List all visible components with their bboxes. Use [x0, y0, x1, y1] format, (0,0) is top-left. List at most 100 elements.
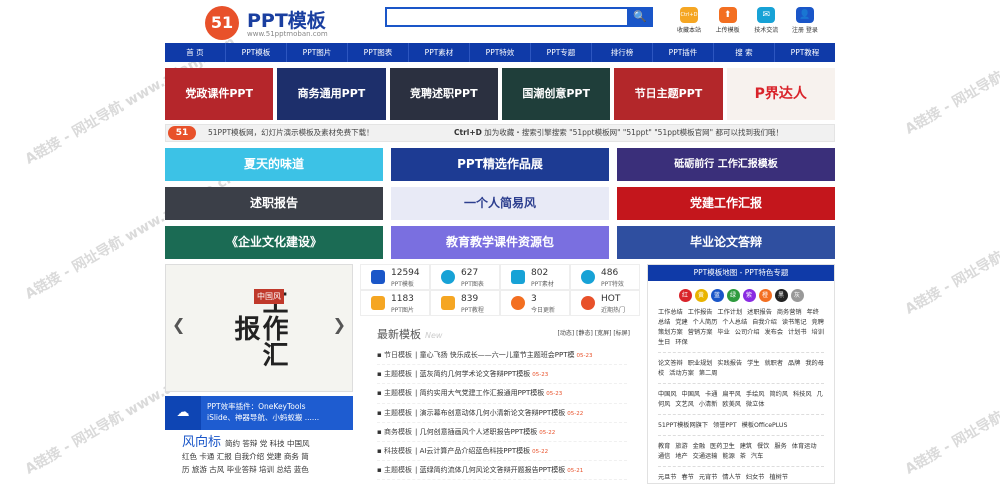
stat-hot[interactable]: HOT 近期热门	[570, 290, 640, 316]
stat-tutorials[interactable]: 839 PPT教程	[430, 290, 500, 316]
bullet-icon: ▪	[377, 351, 384, 359]
item-title[interactable]: 童心飞扬 快乐成长——六一儿童节主题班会PPT模	[420, 351, 575, 359]
upload-action[interactable]: ⬆ 上传模板	[711, 7, 745, 37]
notice-logo: 51	[168, 126, 196, 140]
festival-links[interactable]: 元旦节 春节 元宵节 情人节 妇女节 植树节	[658, 473, 824, 483]
image-icon	[371, 296, 385, 310]
item-category[interactable]: 商务模板	[384, 428, 412, 436]
item-title[interactable]: 演示幕布创意动体几何小清新论文答辩PPT模板	[420, 409, 566, 417]
stat-effects[interactable]: 486 PPT特效	[570, 264, 640, 290]
list-item[interactable]: ▪ 主题模板 | 蓝灰简约几何学术论文答辩PPT模板 05-23	[377, 365, 627, 385]
color-purple[interactable]: 紫	[742, 289, 756, 302]
chevron-right-icon[interactable]: ❯	[333, 315, 346, 334]
item-title[interactable]: 几何创意插画风个人述职报告PPT模板	[420, 428, 538, 436]
ad-debriefing[interactable]: 述职报告	[165, 187, 383, 220]
trend-line3[interactable]: 历 旅游 古风 毕业答辩 培训 总结 蓝色	[182, 463, 352, 476]
color-gray[interactable]: 灰	[790, 289, 804, 302]
nav-home[interactable]: 首 页	[165, 43, 226, 62]
plugin-promo[interactable]: ☁ PPT效率插件：OneKeyTools iSlide、神器导航、小蚂蚁搬 .…	[165, 396, 353, 430]
hot-banners: 党政课件PPT 商务通用PPT 竞聘述职PPT 国潮创意PPT 节日主题PPT …	[165, 68, 835, 120]
list-item[interactable]: ▪ 主题模板 | 蓝绿简约流体几何风论文答辩开题报告PPT模板 05-21	[377, 461, 627, 481]
item-category[interactable]: 节日模板	[384, 351, 412, 359]
nav-ranking[interactable]: 排行榜	[592, 43, 653, 62]
industry-links[interactable]: 教育 旅游 金融 医药卫生 建筑 餐饮 服务 体育运动 通信 地产 交通运输 能…	[658, 442, 824, 462]
plugin-line1: PPT效率插件：OneKeyTools	[207, 402, 306, 411]
stat-materials[interactable]: 802 PPT素材	[500, 264, 570, 290]
color-blue[interactable]: 蓝	[710, 289, 724, 302]
hot-banner-party[interactable]: 党政课件PPT	[165, 68, 274, 120]
puzzle-icon	[511, 270, 525, 284]
item-title[interactable]: 蓝灰简约几何学术论文答辩PPT模板	[420, 370, 531, 378]
item-date: 05-23	[576, 353, 593, 359]
nav-ppt-plugins[interactable]: PPT插件	[653, 43, 714, 62]
bookmark-action[interactable]: Ctrl+D 收藏本站	[672, 7, 706, 37]
ad-education[interactable]: 教育教学课件资源包	[391, 226, 609, 259]
nav-ppt-materials[interactable]: PPT素材	[409, 43, 470, 62]
color-red[interactable]: 红	[678, 289, 692, 302]
item-category[interactable]: 主题模板	[384, 389, 412, 397]
hot-banner-business[interactable]: 商务通用PPT	[277, 68, 386, 120]
color-orange[interactable]: 橙	[758, 289, 772, 302]
sidebar-title: PPT模板地图 - PPT特色专题	[648, 265, 834, 281]
template-map-sidebar: PPT模板地图 - PPT特色专题 红 黄 蓝 绿 紫 橙 黑 灰 工作总结 工…	[647, 264, 835, 484]
topic-links[interactable]: 论文答辩 职业规划 实践报告 学生 就职者 品牌 我的母校 活动方案 第二周	[658, 359, 824, 379]
nav-search[interactable]: 搜 索	[714, 43, 775, 62]
stat-charts[interactable]: 627 PPT图表	[430, 264, 500, 290]
item-title[interactable]: 蓝绿简约流体几何风论文答辩开题报告PPT模板	[420, 466, 566, 474]
item-category[interactable]: 科技模板	[384, 447, 412, 455]
style-links[interactable]: 中国风 中国风 卡通 扁平风 手绘风 简约风 科技风 几何风 文艺风 小清新 欧…	[658, 390, 824, 410]
ad-work-report[interactable]: 砥砺前行 工作汇报模板	[617, 148, 835, 181]
item-category[interactable]: 主题模板	[384, 370, 412, 378]
site-logo[interactable]: 51 PPT模板 www.51pptmoban.com	[205, 6, 375, 40]
ad-party-report[interactable]: 党建工作汇报	[617, 187, 835, 220]
nav-ppt-templates[interactable]: PPT模板	[226, 43, 287, 62]
search-button[interactable]: 🔍	[627, 7, 653, 27]
nav-ppt-charts[interactable]: PPT图表	[348, 43, 409, 62]
item-category[interactable]: 主题模板	[384, 409, 412, 417]
color-black[interactable]: 黑	[774, 289, 788, 302]
list-item[interactable]: ▪ 商务模板 | 几何创意插画风个人述职报告PPT模板 05-22	[377, 423, 627, 442]
list-item[interactable]: ▪ 科技模板 | AI云计算产品介绍蓝色科技PPT模板 05-22	[377, 442, 627, 462]
stat-label: 近期热门	[601, 307, 626, 314]
partner-links[interactable]: 51PPT模板网旗下 领誉PPT 模板OfficePLUS	[658, 421, 824, 431]
latest-filters[interactable]: [动态] [静态] [宽屏] [标屏]	[558, 328, 630, 337]
stat-images[interactable]: 1183 PPT图片	[360, 290, 430, 316]
stat-today[interactable]: 3 今日更新	[500, 290, 570, 316]
item-title[interactable]: 简约实用大气党建工作汇报通用PPT模板	[420, 389, 545, 397]
bookmark-icon: Ctrl+D	[680, 7, 698, 23]
trend-line1[interactable]: 简约 答辩 党 科技 中国风	[225, 439, 310, 448]
stat-templates[interactable]: 12594 PPT模板	[360, 264, 430, 290]
trend-line2[interactable]: 红色 卡通 汇报 自我介绍 党建 商务 简	[182, 450, 352, 463]
list-item[interactable]: ▪ 主题模板 | 演示幕布创意动体几何小清新论文答辩PPT模板 05-22	[377, 404, 627, 423]
latest-templates: 最新模板 New [动态] [静态] [宽屏] [标屏] ▪ 节日模板 | 童心飞扬…	[377, 326, 630, 481]
nav-ppt-images[interactable]: PPT图片	[287, 43, 348, 62]
nav-ppt-effects[interactable]: PPT特效	[470, 43, 531, 62]
plugin-line2: iSlide、神器导航、小蚂蚁搬 ......	[207, 413, 320, 422]
tech-action[interactable]: ✉ 技术交流	[749, 7, 783, 37]
hot-banner-guochao[interactable]: 国潮创意PPT	[501, 68, 611, 120]
logo-name: PPT模板	[247, 10, 326, 32]
list-item[interactable]: ▪ 节日模板 | 童心飞扬 快乐成长——六一儿童节主题班会PPT模 05-23	[377, 346, 627, 366]
item-title[interactable]: AI云计算产品介绍蓝色科技PPT模板	[420, 447, 531, 455]
chevron-left-icon[interactable]: ❮	[172, 315, 185, 334]
nav-ppt-tutorials[interactable]: PPT教程	[775, 43, 835, 62]
hot-banner-festival[interactable]: 节日主题PPT	[614, 68, 723, 120]
login-action[interactable]: 👤 注册 登录	[788, 7, 822, 37]
topic-links[interactable]: 工作总结 工作报告 工作计划 述职报告 商务营销 年终总结 党建 个人简历 个人…	[658, 308, 824, 348]
color-filters: 红 黄 蓝 绿 紫 橙 黑 灰	[648, 289, 834, 302]
hot-banner-pjie[interactable]: P界达人	[726, 68, 835, 120]
ad-ppt-showcase[interactable]: PPT精选作品展	[391, 148, 609, 181]
ad-culture[interactable]: 《企业文化建设》	[165, 226, 383, 259]
item-category[interactable]: 主题模板	[384, 466, 412, 474]
color-yellow[interactable]: 黄	[694, 289, 708, 302]
list-item[interactable]: ▪ 主题模板 | 简约实用大气党建工作汇报通用PPT模板 05-23	[377, 384, 627, 404]
search-input[interactable]	[387, 9, 623, 25]
hot-banner-compete[interactable]: 竞聘述职PPT	[389, 68, 498, 120]
ad-simple-style[interactable]: 一个人简易风	[391, 187, 609, 220]
watermark: A链接 - 网址导航 www.alianjie.cn	[902, 184, 1000, 318]
color-green[interactable]: 绿	[726, 289, 740, 302]
ad-thesis[interactable]: 毕业论文答辩	[617, 226, 835, 259]
featured-slideshow[interactable]: ❮ 工作汇报 中国风 ❯	[165, 264, 353, 392]
ad-summer[interactable]: 夏天的味道	[165, 148, 383, 181]
nav-ppt-topics[interactable]: PPT专题	[531, 43, 592, 62]
